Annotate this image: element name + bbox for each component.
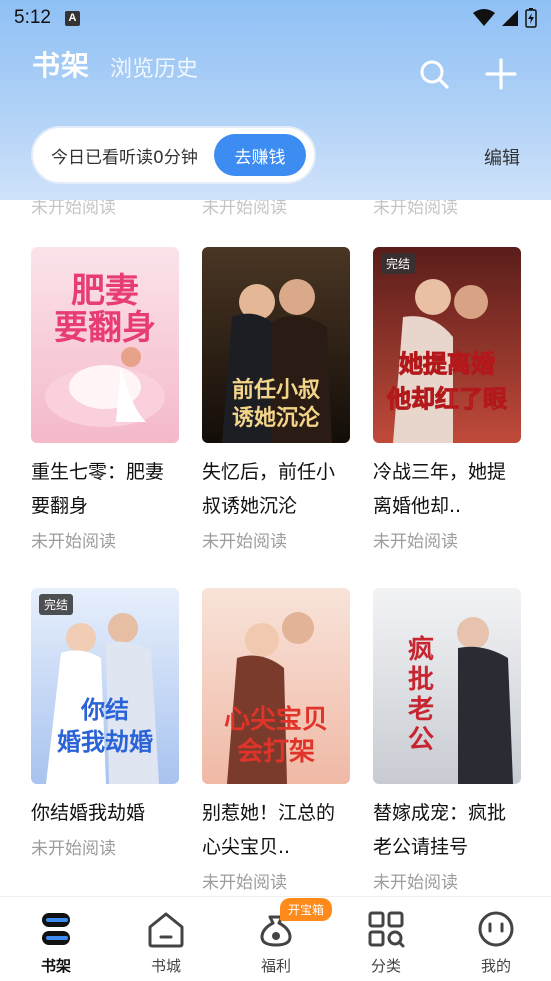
- plus-icon[interactable]: [484, 57, 518, 91]
- book-card[interactable]: 前任小叔 诱她沉沦 失忆后，前任小叔诱她沉沦 未开始阅读: [202, 247, 352, 552]
- header: 5:12 A 书架 浏览历史 今日已看听读0分钟 去赚钱 编辑: [0, 0, 551, 200]
- book-cover[interactable]: 疯 批 老 公: [373, 588, 521, 784]
- nav-item-bookshelf[interactable]: 书架: [16, 909, 96, 976]
- svg-text:他却红了眼: 他却红了眼: [386, 384, 507, 413]
- nav-item-profile[interactable]: 我的: [456, 909, 536, 976]
- svg-text:肥妻: 肥妻: [71, 271, 139, 311]
- status-bar: 5:12 A: [0, 0, 551, 36]
- nav-item-bookstore[interactable]: 书城: [126, 909, 206, 976]
- notification-icon: A: [64, 10, 80, 26]
- book-title: 失忆后，前任小叔诱她沉沦: [202, 461, 336, 517]
- svg-text:婚我劫婚: 婚我劫婚: [57, 727, 153, 756]
- book-cover[interactable]: 心尖宝贝 会打架: [202, 588, 350, 784]
- svg-text:你结: 你结: [80, 695, 129, 724]
- completed-badge: 完结: [39, 594, 74, 615]
- nav-label-bookshelf: 书架: [40, 957, 71, 975]
- tab-browse-history[interactable]: 浏览历史: [110, 51, 198, 83]
- svg-text:批: 批: [408, 665, 434, 695]
- edit-button[interactable]: 编辑: [484, 144, 520, 170]
- book-status: 未开始阅读: [373, 532, 458, 552]
- wifi-icon: [473, 9, 495, 26]
- nav-label-welfare: 福利: [260, 957, 291, 975]
- svg-text:公: 公: [408, 725, 434, 755]
- book-title: 别惹她！江总的心尖宝贝..: [202, 802, 336, 858]
- book-card[interactable]: 你结 婚我劫婚 完结 你结婚我劫婚 未开始阅读: [31, 588, 181, 859]
- nav-label-bookstore: 书城: [150, 957, 181, 975]
- book-status: 未开始阅读: [202, 873, 287, 893]
- nav-label-profile: 我的: [480, 957, 511, 975]
- book-card[interactable]: 肥妻 要翻身 重生七零：肥妻要翻身 未开始阅读: [31, 247, 181, 552]
- book-card[interactable]: 她提离婚 他却红了眼 完结 冷战三年，她提离婚他却.. 未开始阅读: [373, 247, 523, 552]
- reading-time-pill: 今日已看听读0分钟 去赚钱: [31, 126, 316, 184]
- completed-badge: 完结: [381, 253, 416, 274]
- book-status: 未开始阅读: [373, 873, 458, 893]
- book-cover[interactable]: 前任小叔 诱她沉沦: [202, 247, 350, 443]
- svg-text:老: 老: [408, 695, 434, 725]
- bookshelf-icon: [42, 913, 70, 945]
- open-treasure-badge[interactable]: 开宝箱: [280, 898, 333, 921]
- book-card[interactable]: 心尖宝贝 会打架 别惹她！江总的心尖宝贝.. 未开始阅读: [202, 588, 352, 893]
- book-title: 替嫁成宠：疯批老公请挂号: [373, 802, 507, 858]
- book-card[interactable]: 疯 批 老 公 替嫁成宠：疯批老公请挂号 未开始阅读: [373, 588, 523, 893]
- signal-icon: [502, 10, 518, 26]
- book-cover[interactable]: 肥妻 要翻身: [31, 247, 179, 443]
- battery-icon: [525, 8, 537, 28]
- book-status: 未开始阅读: [202, 532, 287, 552]
- earn-money-button[interactable]: 去赚钱: [214, 134, 306, 176]
- svg-text:疯: 疯: [408, 634, 434, 665]
- svg-text:要翻身: 要翻身: [54, 308, 156, 348]
- bottom-nav: 书架 书城 福利 分类 我的: [0, 896, 551, 981]
- book-status: 未开始阅读: [31, 839, 116, 859]
- svg-text:诱她沉沦: 诱她沉沦: [232, 405, 321, 431]
- book-cover[interactable]: 她提离婚 他却红了眼 完结: [373, 247, 521, 443]
- search-icon[interactable]: [418, 58, 450, 90]
- book-title: 重生七零：肥妻要翻身: [31, 461, 165, 517]
- status-time: 5:12: [14, 7, 51, 28]
- book-title: 你结婚我劫婚: [31, 802, 146, 824]
- category-grid-icon: [368, 911, 405, 948]
- bookstore-icon: [148, 912, 184, 948]
- svg-text:前任小叔: 前任小叔: [232, 377, 321, 403]
- nav-label-category: 分类: [370, 957, 401, 975]
- profile-face-icon: [478, 911, 514, 947]
- tab-bookshelf[interactable]: 书架: [32, 44, 90, 84]
- book-cover[interactable]: 你结 婚我劫婚 完结: [31, 588, 179, 784]
- book-title: 冷战三年，她提离婚他却..: [373, 461, 507, 517]
- reading-time-text: 今日已看听读0分钟: [51, 147, 198, 168]
- svg-text:会打架: 会打架: [237, 737, 315, 767]
- nav-item-category[interactable]: 分类: [346, 909, 426, 976]
- svg-text:心尖宝贝: 心尖宝贝: [224, 704, 328, 735]
- svg-text:她提离婚: 她提离婚: [399, 349, 495, 378]
- book-status: 未开始阅读: [31, 532, 116, 552]
